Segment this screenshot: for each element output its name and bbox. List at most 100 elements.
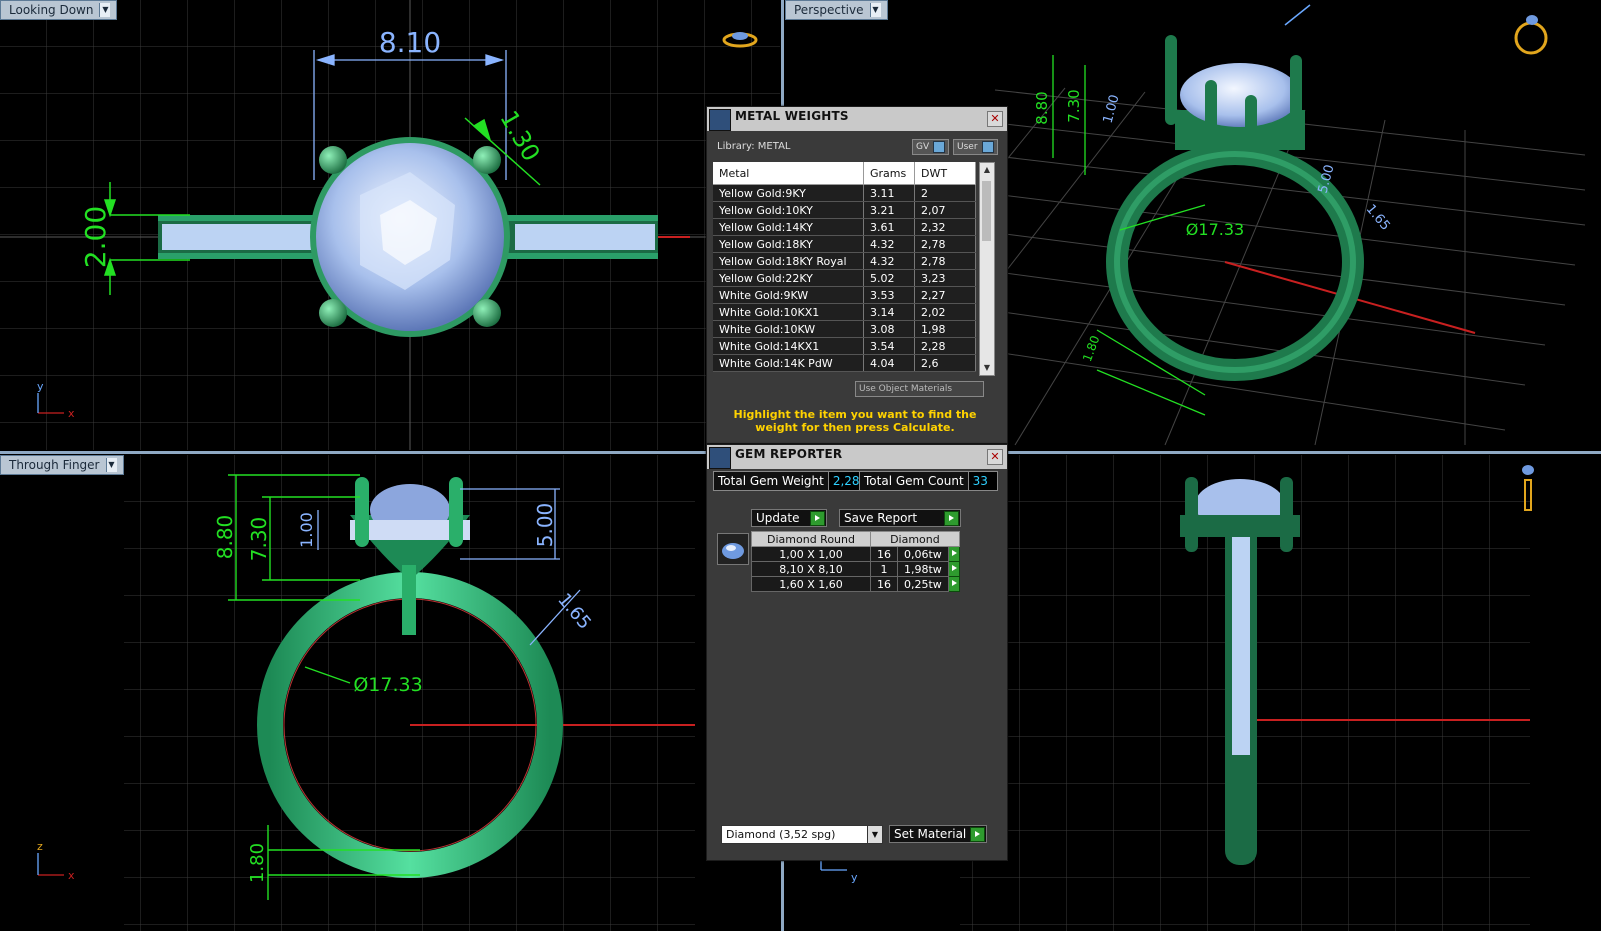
viewport-through-finger[interactable]: 8.80 7.30 1.00 5.00 1.65 Ø17.33 1.80 z x… — [0, 455, 695, 931]
grams-cell: 5.02 — [863, 269, 915, 287]
gem-weight-cell: 0,25tw — [897, 576, 949, 592]
table-row[interactable]: White Gold:14K PdW 4.04 2,6 — [713, 354, 976, 372]
metal-cell: Yellow Gold:9KY — [713, 184, 864, 202]
gem-count-cell: 1 — [870, 561, 898, 577]
viewport-label-perspective[interactable]: Perspective ▼ — [785, 0, 888, 20]
metal-weights-panel[interactable]: METAL WEIGHTS ✕ Library: METAL GV User M… — [706, 106, 1008, 444]
finger-dim-8-80: 8.80 — [213, 515, 237, 560]
grams-cell: 3.53 — [863, 286, 915, 304]
select-gem-button[interactable] — [947, 561, 960, 577]
material-select[interactable]: Diamond (3,52 spg) ▼ — [721, 825, 883, 844]
chevron-down-icon[interactable]: ▼ — [105, 458, 117, 472]
save-report-label: Save Report — [844, 511, 918, 525]
table-row[interactable]: 1,00 X 1,00 16 0,06tw — [751, 546, 960, 562]
set-material-button[interactable]: Set Material — [889, 825, 987, 843]
gem-size-cell: 1,00 X 1,00 — [751, 546, 871, 562]
select-gem-button[interactable] — [947, 576, 960, 592]
viewport-looking-down[interactable]: 8.10 2.00 1.30 y x Looking Down ▼ — [0, 0, 780, 450]
metal-table[interactable]: Metal Grams DWT Yellow Gold:9KY 3.11 2 Yell… — [713, 162, 976, 372]
user-label: User — [957, 142, 978, 152]
table-row[interactable]: Yellow Gold:22KY 5.02 3,23 — [713, 269, 976, 287]
through-finger-canvas: 8.80 7.30 1.00 5.00 1.65 Ø17.33 1.80 z x — [37, 455, 695, 931]
play-icon — [810, 511, 825, 526]
toggle-icon — [981, 141, 994, 153]
gem-size-cell: 1,60 X 1,60 — [751, 576, 871, 592]
scroll-up-icon[interactable]: ▲ — [980, 163, 994, 177]
use-object-materials-checkbox[interactable]: Use Object Materials — [855, 381, 984, 397]
col-diamond-round: Diamond Round — [751, 531, 871, 547]
metal-cell: White Gold:10KX1 — [713, 303, 864, 321]
dwt-cell: 2 — [914, 184, 976, 202]
table-row[interactable]: 1,60 X 1,60 16 0,25tw — [751, 576, 960, 592]
metal-cell: Yellow Gold:10KY — [713, 201, 864, 219]
dwt-cell: 2,02 — [914, 303, 976, 321]
finger-dim-dia: Ø17.33 — [353, 674, 422, 696]
persp-dim-1-65: 1.65 — [1363, 202, 1393, 234]
user-toggle[interactable]: User — [953, 139, 998, 155]
metal-cell: Yellow Gold:18KY — [713, 235, 864, 253]
update-button[interactable]: Update — [751, 509, 827, 527]
ring-perspective-icon[interactable] — [1514, 15, 1548, 55]
chevron-down-icon[interactable]: ▼ — [869, 3, 881, 17]
col-grams[interactable]: Grams — [863, 162, 915, 185]
grams-cell: 3.08 — [863, 320, 915, 338]
viewport-label-through-finger[interactable]: Through Finger ▼ — [0, 455, 124, 475]
metal-cell: White Gold:9KW — [713, 286, 864, 304]
chevron-down-icon[interactable]: ▼ — [867, 826, 882, 843]
dim-2-00: 2.00 — [79, 206, 112, 268]
persp-dim-7-30: 7.30 — [1065, 89, 1083, 122]
table-row[interactable]: White Gold:14KX1 3.54 2,28 — [713, 337, 976, 355]
gem-reporter-panel[interactable]: GEM REPORTER ✕ Total Gem Weight 2,28 Tot… — [706, 444, 1008, 861]
table-row[interactable]: Yellow Gold:18KY 4.32 2,78 — [713, 235, 976, 253]
persp-dim-1-00: 1.00 — [1101, 93, 1123, 125]
table-row[interactable]: White Gold:10KX1 3.14 2,02 — [713, 303, 976, 321]
col-dwt[interactable]: DWT — [914, 162, 976, 185]
gem-reporter-icon — [709, 447, 731, 469]
grams-cell: 3.54 — [863, 337, 915, 355]
dwt-cell: 2,78 — [914, 252, 976, 270]
dwt-cell: 2,6 — [914, 354, 976, 372]
chevron-down-icon[interactable]: ▼ — [99, 3, 111, 17]
viewport-title: Perspective — [794, 3, 864, 17]
metal-weights-titlebar[interactable]: METAL WEIGHTS ✕ — [707, 107, 1007, 131]
table-row[interactable]: Yellow Gold:9KY 3.11 2 — [713, 184, 976, 202]
table-row[interactable]: White Gold:9KW 3.53 2,27 — [713, 286, 976, 304]
gem-table[interactable]: Diamond Round Diamond 1,00 X 1,00 16 0,06t… — [751, 531, 960, 592]
total-gem-count-label: Total Gem Count — [860, 472, 968, 490]
metal-table-scrollbar[interactable]: ▲ ▼ — [979, 162, 995, 376]
table-row[interactable]: 8,10 X 8,10 1 1,98tw — [751, 561, 960, 577]
table-row[interactable]: Yellow Gold:18KY Royal 4.32 2,78 — [713, 252, 976, 270]
table-row[interactable]: White Gold:10KW 3.08 1,98 — [713, 320, 976, 338]
persp-dim-1-80: 1.80 — [1080, 334, 1102, 364]
viewport-label-looking-down[interactable]: Looking Down ▼ — [0, 0, 118, 20]
table-row[interactable]: Yellow Gold:14KY 3.61 2,32 — [713, 218, 976, 236]
col-metal[interactable]: Metal — [713, 162, 864, 185]
play-icon — [944, 511, 959, 526]
scroll-thumb[interactable] — [982, 181, 991, 241]
grams-cell: 4.32 — [863, 252, 915, 270]
dwt-cell: 2,32 — [914, 218, 976, 236]
metal-weights-title: METAL WEIGHTS — [735, 109, 849, 123]
gem-reporter-titlebar[interactable]: GEM REPORTER ✕ — [707, 445, 1007, 469]
gv-toggle[interactable]: GV — [912, 139, 950, 155]
grams-cell: 3.21 — [863, 201, 915, 219]
update-label: Update — [756, 511, 800, 525]
table-row[interactable]: Yellow Gold:10KY 3.21 2,07 — [713, 201, 976, 219]
close-icon[interactable]: ✕ — [987, 111, 1003, 127]
instruction-text: Highlight the item you want to find the … — [733, 408, 977, 434]
grams-cell: 3.14 — [863, 303, 915, 321]
axis-y-label: y — [851, 871, 858, 884]
toggle-icon — [933, 141, 946, 153]
axis-z-label: z — [37, 840, 43, 853]
persp-dim-8-80: 8.80 — [1033, 91, 1051, 124]
grams-cell: 4.04 — [863, 354, 915, 372]
axis-y-label: y — [37, 380, 44, 393]
looking-down-canvas: 8.10 2.00 1.30 y x — [0, 0, 780, 450]
metal-cell: Yellow Gold:22KY — [713, 269, 864, 287]
save-report-button[interactable]: Save Report — [839, 509, 961, 527]
scroll-down-icon[interactable]: ▼ — [980, 361, 994, 375]
select-gem-button[interactable] — [947, 546, 960, 562]
col-diamond: Diamond — [870, 531, 960, 547]
persp-dim-dia: Ø17.33 — [1186, 220, 1244, 239]
close-icon[interactable]: ✕ — [987, 449, 1003, 465]
